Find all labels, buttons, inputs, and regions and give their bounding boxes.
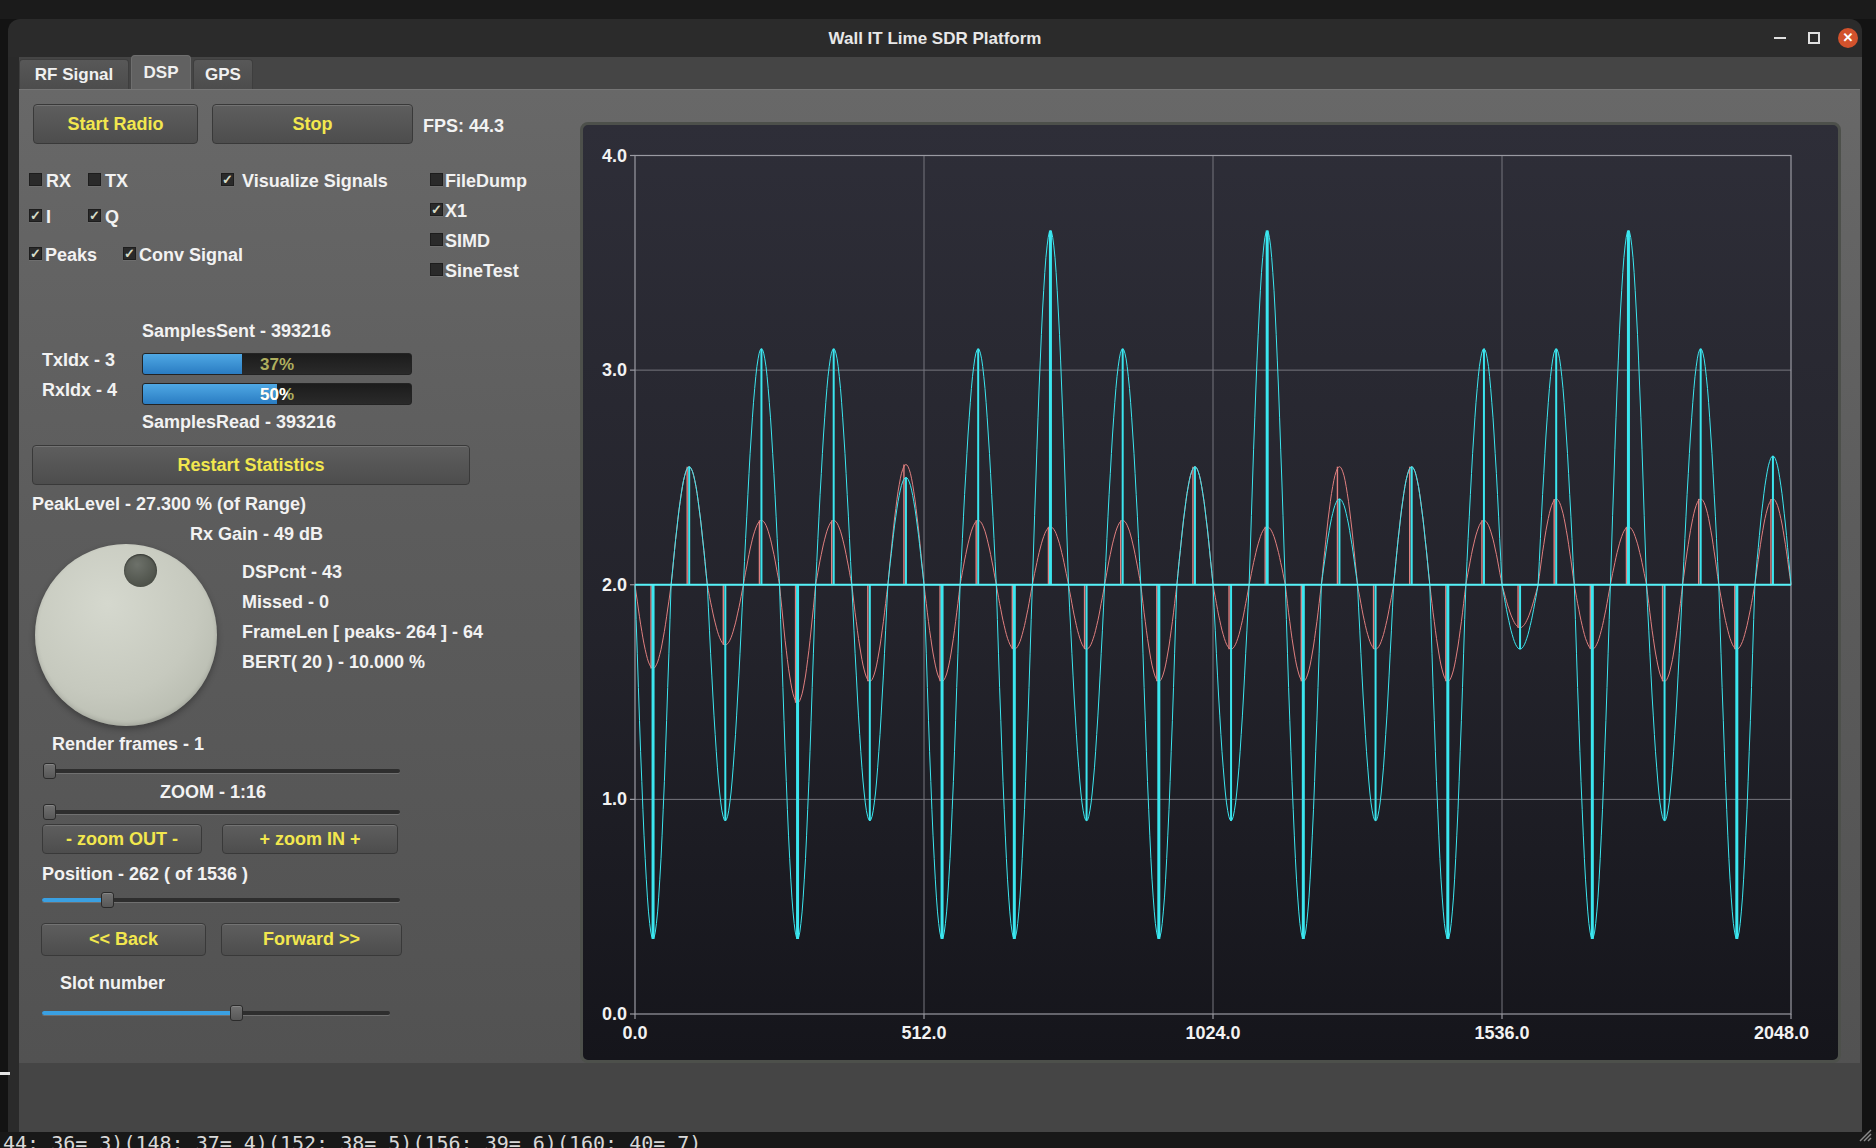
- position-slider-handle[interactable]: [101, 892, 114, 908]
- simd-checkbox[interactable]: [430, 233, 443, 246]
- tab-gps[interactable]: GPS: [193, 59, 253, 89]
- zoom-slider-handle[interactable]: [43, 804, 56, 820]
- rx-checkbox[interactable]: [29, 173, 42, 186]
- maximize-button[interactable]: [1808, 32, 1820, 44]
- visualize-signals-label: Visualize Signals: [242, 171, 388, 192]
- stop-button[interactable]: Stop: [212, 104, 413, 144]
- tab-rf-signal-label: RF Signal: [35, 65, 113, 85]
- svg-text:2048.0: 2048.0: [1754, 1023, 1809, 1043]
- position-slider-fill: [42, 898, 103, 902]
- restart-statistics-button[interactable]: Restart Statistics: [32, 445, 470, 485]
- samples-read-label: SamplesRead - 393216: [142, 412, 336, 433]
- status-log-bar: 44; 36= 3)(148; 37= 4)(152; 38= 5)(156; …: [0, 1132, 1876, 1148]
- back-label: << Back: [89, 929, 158, 950]
- peaks-checkbox[interactable]: ✓: [29, 247, 42, 260]
- svg-text:512.0: 512.0: [901, 1023, 946, 1043]
- tx-label: TX: [105, 171, 128, 192]
- tab-gps-label: GPS: [205, 65, 241, 85]
- svg-text:1024.0: 1024.0: [1185, 1023, 1240, 1043]
- render-frames-label: Render frames - 1: [52, 734, 204, 755]
- stop-label: Stop: [293, 114, 333, 135]
- zoom-in-label: + zoom IN +: [259, 829, 360, 850]
- svg-text:3.0: 3.0: [602, 360, 627, 380]
- x1-checkbox[interactable]: ✓: [430, 203, 443, 216]
- tab-dsp[interactable]: DSP: [131, 55, 191, 89]
- zoom-slider[interactable]: [43, 810, 400, 814]
- forward-label: Forward >>: [263, 929, 360, 950]
- i-label: I: [46, 207, 51, 228]
- zoom-out-button[interactable]: - zoom OUT -: [42, 824, 202, 854]
- dsp-tab-page: Start Radio Stop FPS: 44.3 RX TX ✓ Visua…: [19, 89, 1860, 1063]
- svg-text:1536.0: 1536.0: [1474, 1023, 1529, 1043]
- zoom-out-label: - zoom OUT -: [66, 829, 178, 850]
- left-margin: [8, 57, 19, 1132]
- peaklevel-label: PeakLevel - 27.300 % (of Range): [32, 494, 306, 515]
- rx-label: RX: [46, 171, 71, 192]
- simd-label: SIMD: [445, 231, 490, 252]
- slot-number-slider-handle[interactable]: [230, 1005, 243, 1021]
- x1-label: X1: [445, 201, 467, 222]
- window-body: RF Signal DSP GPS Start Radio Stop FPS: …: [8, 57, 1862, 1132]
- signal-plot: 0.0 1.0 2.0 3.0 4.0 0.0 512.0 1024.0 1536.0 2048.…: [580, 122, 1841, 1063]
- tx-progress-bar: 37%: [142, 353, 412, 375]
- dspcnt-label: DSPcnt - 43: [242, 562, 342, 583]
- tx-checkbox[interactable]: [88, 173, 101, 186]
- peaks-label: Peaks: [45, 245, 97, 266]
- visualize-signals-checkbox[interactable]: ✓: [221, 173, 234, 186]
- tab-dsp-label: DSP: [144, 63, 179, 83]
- forward-button[interactable]: Forward >>: [221, 923, 402, 956]
- window-title: Wall IT Lime SDR Platform: [8, 29, 1862, 49]
- render-frames-slider[interactable]: [43, 769, 400, 773]
- start-radio-button[interactable]: Start Radio: [33, 104, 198, 144]
- sinetest-label: SineTest: [445, 261, 519, 282]
- i-checkbox[interactable]: ✓: [29, 209, 42, 222]
- status-log-text: 44; 36= 3)(148; 37= 4)(152; 38= 5)(156; …: [3, 1132, 701, 1148]
- left-edge-mark: [0, 1072, 10, 1075]
- q-checkbox[interactable]: ✓: [88, 209, 101, 222]
- slot-number-slider-fill: [42, 1011, 237, 1015]
- slot-number-label: Slot number: [60, 973, 165, 994]
- resize-grip-icon[interactable]: [1854, 1124, 1872, 1142]
- start-radio-label: Start Radio: [67, 114, 163, 135]
- sinetest-checkbox[interactable]: [430, 263, 443, 276]
- position-label: Position - 262 ( of 1536 ): [42, 864, 248, 885]
- rxidx-label: RxIdx - 4: [42, 380, 117, 401]
- rxgain-label: Rx Gain - 49 dB: [190, 524, 323, 545]
- render-frames-slider-handle[interactable]: [43, 763, 56, 779]
- application-window: Wall IT Lime SDR Platform ✕ RF Signal DS…: [0, 0, 1876, 1148]
- txidx-label: TxIdx - 3: [42, 350, 115, 371]
- back-button[interactable]: << Back: [41, 923, 206, 956]
- svg-text:0.0: 0.0: [622, 1023, 647, 1043]
- zoom-label: ZOOM - 1:16: [160, 782, 266, 803]
- tab-rf-signal[interactable]: RF Signal: [19, 59, 129, 89]
- position-slider[interactable]: [42, 898, 400, 902]
- svg-text:4.0: 4.0: [602, 146, 627, 166]
- zoom-in-button[interactable]: + zoom IN +: [222, 824, 398, 854]
- desktop-background: [0, 0, 1876, 19]
- minimize-button[interactable]: [1774, 37, 1786, 39]
- rx-gain-knob-indicator: [124, 554, 157, 587]
- svg-text:0.0: 0.0: [602, 1004, 627, 1024]
- restart-statistics-label: Restart Statistics: [177, 455, 324, 476]
- slot-number-slider[interactable]: [42, 1011, 390, 1015]
- title-bar[interactable]: Wall IT Lime SDR Platform ✕: [8, 19, 1862, 57]
- rx-progress-bar: 50% 50%: [142, 383, 412, 405]
- svg-text:1.0: 1.0: [602, 789, 627, 809]
- filedump-label: FileDump: [445, 171, 527, 192]
- conv-signal-checkbox[interactable]: ✓: [123, 247, 136, 260]
- fps-label: FPS: 44.3: [423, 116, 504, 137]
- close-button[interactable]: ✕: [1838, 28, 1858, 48]
- svg-text:2.0: 2.0: [602, 575, 627, 595]
- tx-progress-text: 37%: [143, 355, 411, 375]
- filedump-checkbox[interactable]: [430, 173, 443, 186]
- q-label: Q: [105, 207, 119, 228]
- bert-label: BERT( 20 ) - 10.000 %: [242, 652, 425, 673]
- samples-sent-label: SamplesSent - 393216: [142, 321, 331, 342]
- missed-label: Missed - 0: [242, 592, 329, 613]
- conv-signal-label: Conv Signal: [139, 245, 243, 266]
- framelen-label: FrameLen [ peaks- 264 ] - 64: [242, 622, 483, 643]
